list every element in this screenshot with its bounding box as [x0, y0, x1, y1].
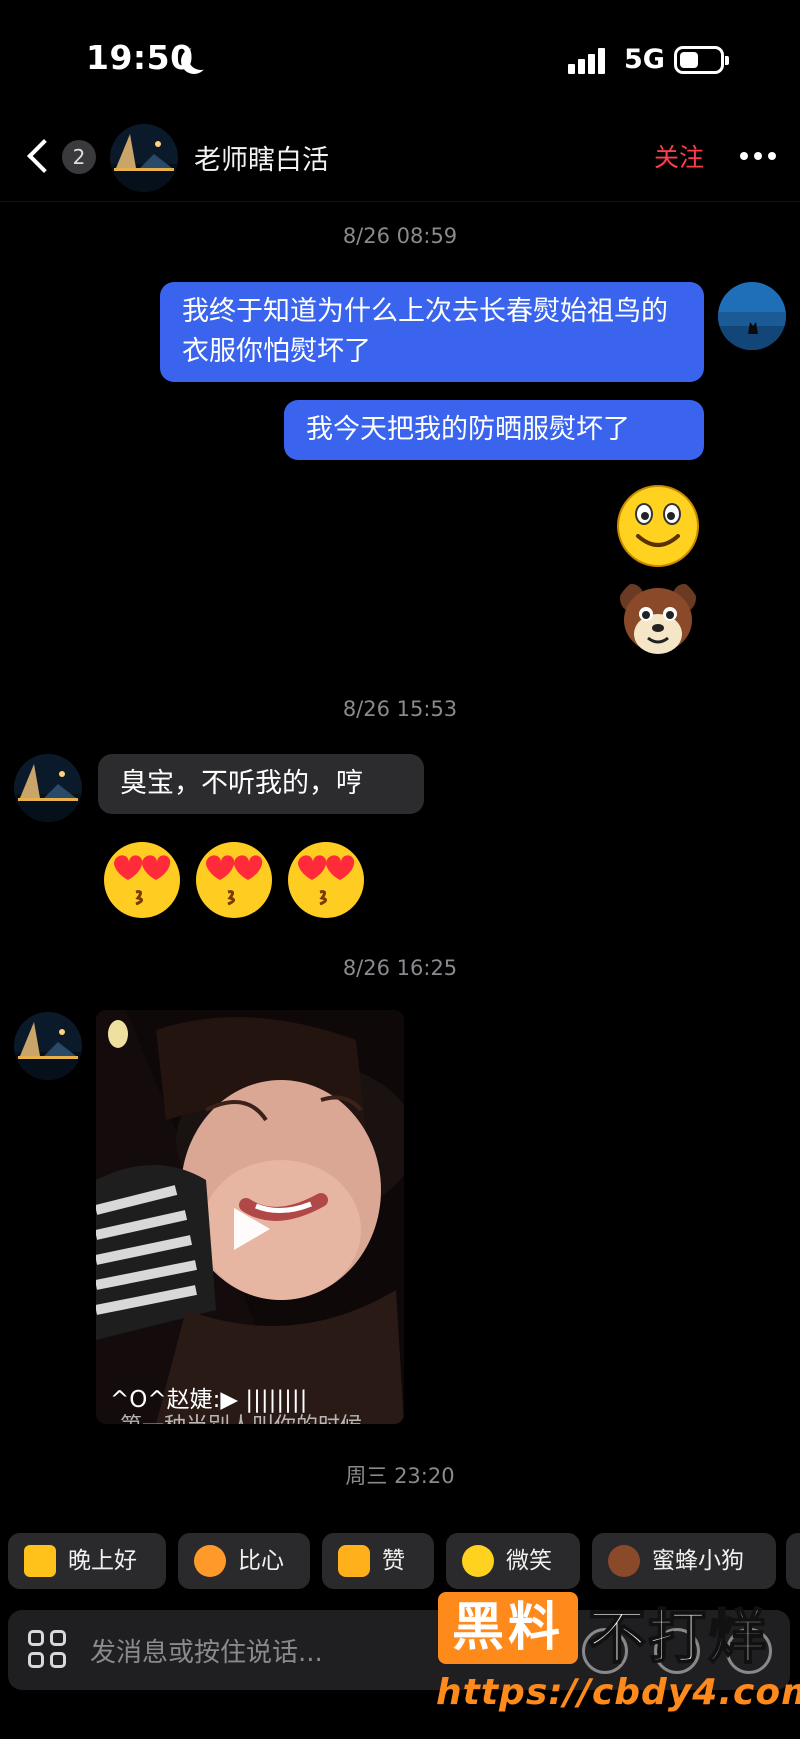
heart-eyes-emoji-icon[interactable] [98, 834, 186, 922]
quick-reply-heart[interactable]: 比心 [178, 1533, 310, 1589]
dog-emoji-icon[interactable] [614, 574, 702, 662]
follow-button[interactable]: 关注 [654, 138, 704, 174]
quick-reply-good-evening[interactable]: 晚上好 [8, 1533, 166, 1589]
watermark-url: https://cbdy4.com [436, 1672, 800, 1713]
timestamp: 周三 23:20 [345, 1464, 455, 1488]
my-avatar[interactable] [718, 282, 786, 350]
contact-avatar[interactable] [14, 1012, 82, 1080]
heart-eyes-emoji-icon[interactable] [190, 834, 278, 922]
heart-hand-icon [194, 1545, 226, 1577]
contact-name[interactable]: 老师瞎白活 [194, 138, 329, 177]
quick-reply-like[interactable]: 赞 [322, 1533, 434, 1589]
sent-message[interactable]: 我今天把我的防晒服熨坏了 [284, 400, 704, 460]
star-icon [24, 1545, 56, 1577]
watermark-text: 不打烊 [587, 1602, 769, 1672]
signal-icon [568, 48, 612, 74]
smile-icon [462, 1545, 494, 1577]
smile-emoji-icon[interactable] [614, 480, 702, 568]
heart-eyes-emoji-icon[interactable] [282, 834, 370, 922]
more-icon[interactable] [740, 152, 780, 162]
network-type: 5G [624, 44, 665, 75]
quick-reply-more[interactable] [786, 1533, 800, 1589]
watermark-logo: 黑料 [438, 1592, 578, 1664]
back-button[interactable] [22, 138, 58, 178]
contact-avatar[interactable] [14, 754, 82, 822]
message-input[interactable]: 发消息或按住说话... [90, 1632, 323, 1669]
quick-reply-bee-dog[interactable]: 蜜蜂小狗 [592, 1533, 776, 1589]
timestamp: 8/26 08:59 [342, 224, 458, 248]
dog-icon [608, 1545, 640, 1577]
quick-reply-smile[interactable]: 微笑 [446, 1533, 580, 1589]
contact-avatar[interactable] [110, 124, 178, 192]
play-icon[interactable] [220, 1200, 278, 1258]
timestamp: 8/26 16:25 [342, 956, 458, 980]
thumbs-up-icon [338, 1545, 370, 1577]
received-message[interactable]: 臭宝，不听我的，哼 [98, 754, 424, 814]
timestamp: 8/26 15:53 [342, 697, 458, 721]
status-time: 19:50 [86, 38, 194, 77]
battery-icon [674, 46, 729, 74]
unread-badge: 2 [62, 140, 96, 174]
status-bar: 19:50 5G [0, 0, 800, 110]
video-subtitle: 第一种当别人叫你的时候 [120, 1408, 362, 1424]
sent-message[interactable]: 我终于知道为什么上次去长春熨始祖鸟的衣服你怕熨坏了 [160, 282, 704, 382]
chat-header: 2 老师瞎白活 关注 [0, 112, 800, 202]
apps-grid-icon[interactable] [28, 1630, 68, 1670]
moon-icon [188, 44, 214, 70]
shared-video[interactable]: ^O^赵婕:▶ |||||||| 第一种当别人叫你的时候 [96, 1010, 404, 1424]
